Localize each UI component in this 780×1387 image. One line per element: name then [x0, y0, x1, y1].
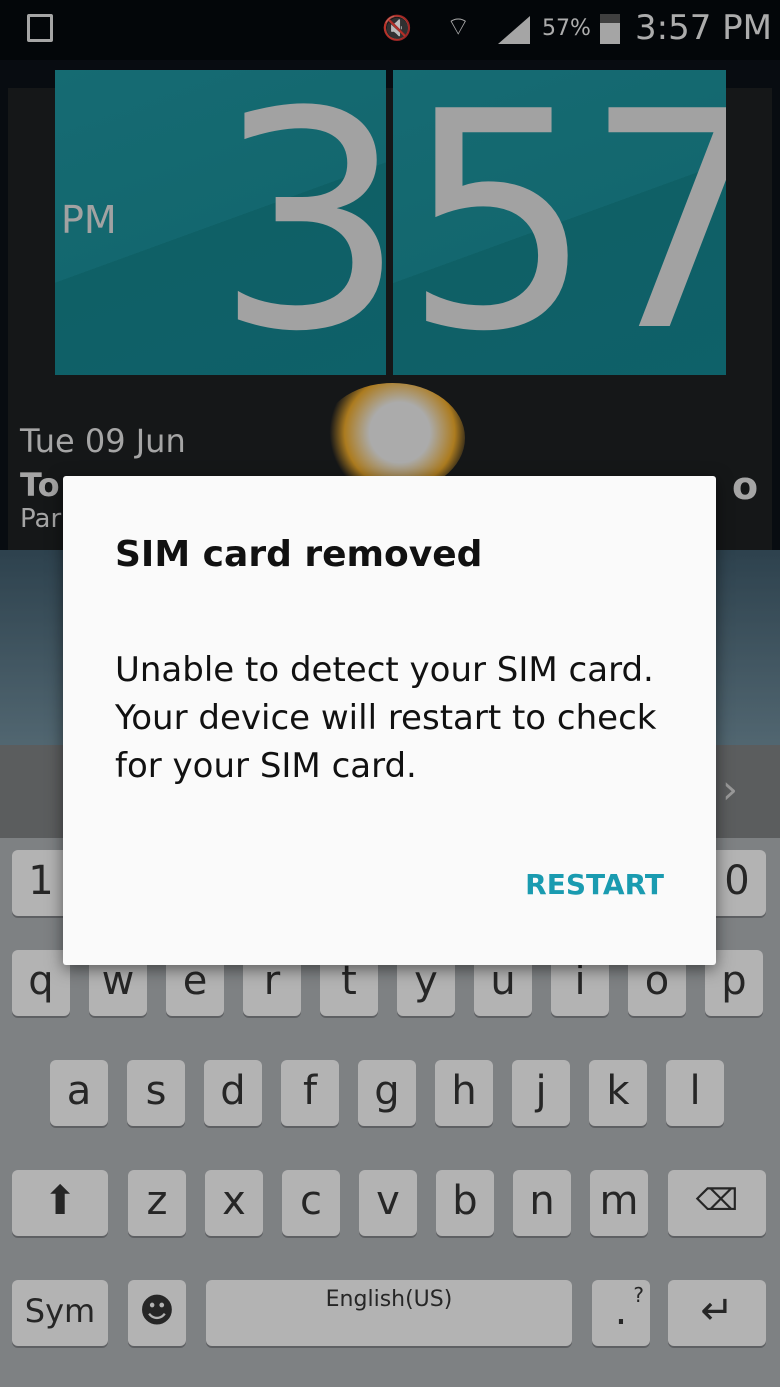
sim-removed-dialog: SIM card removed Unable to detect your S…	[63, 476, 716, 965]
dialog-message: Unable to detect your SIM card. Your dev…	[115, 650, 657, 786]
dialog-title: SIM card removed	[115, 534, 483, 575]
restart-button[interactable]: RESTART	[525, 868, 664, 901]
